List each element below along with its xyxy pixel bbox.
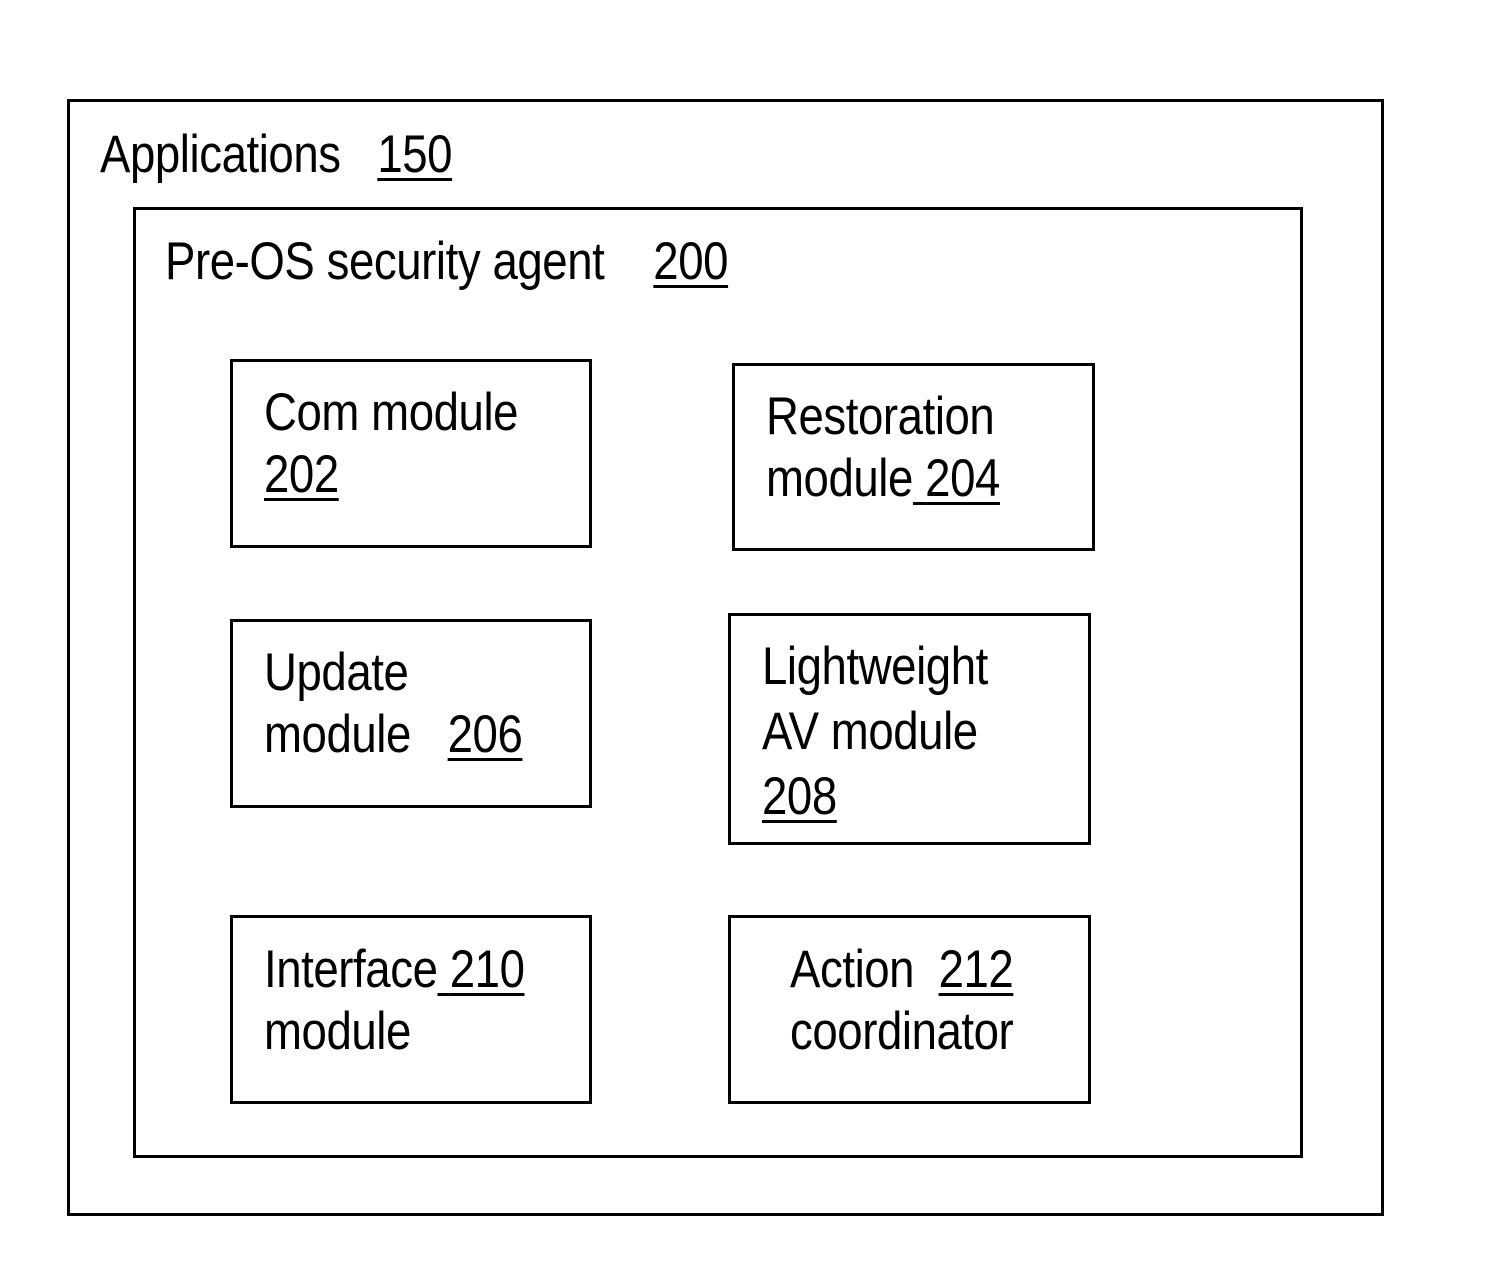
update-module-ref: 206 [447,705,523,764]
lightweight-av-module-label-2: AV module [762,702,978,761]
restoration-module-label-2: module [766,449,913,508]
com-module-ref: 202 [264,445,339,504]
agent-title: Pre-OS security agent 200 [165,231,729,293]
action-coordinator-label-2: coordinator [790,1002,1014,1061]
interface-module-text: Interface 210 module [264,939,525,1063]
agent-label: Pre-OS security agent [165,232,605,291]
interface-module-label-1: Interface [264,940,438,999]
applications-title: Applications 150 [100,124,453,186]
com-module-text: Com module 202 [264,382,519,506]
interface-module-ref: 210 [449,940,525,999]
restoration-module-text: Restoration module 204 [766,386,1000,510]
update-module-text: Update module 206 [264,642,523,766]
lightweight-av-module-ref: 208 [762,767,837,826]
applications-ref: 150 [377,125,453,184]
action-coordinator-label-1: Action [790,940,915,999]
interface-module-label-2: module [264,1002,411,1061]
update-module-label-2: module [264,705,411,764]
lightweight-av-module-label-1: Lightweight [762,637,988,696]
applications-label: Applications [100,125,341,184]
action-coordinator-ref: 212 [938,940,1014,999]
agent-ref: 200 [653,232,729,291]
restoration-module-label-1: Restoration [766,387,995,446]
com-module-label: Com module [264,383,519,442]
lightweight-av-module-text: Lightweight AV module 208 [762,634,988,829]
restoration-module-ref: 204 [925,449,1000,508]
action-coordinator-text: Action 212 coordinator [790,939,1014,1063]
update-module-label-1: Update [264,643,409,702]
